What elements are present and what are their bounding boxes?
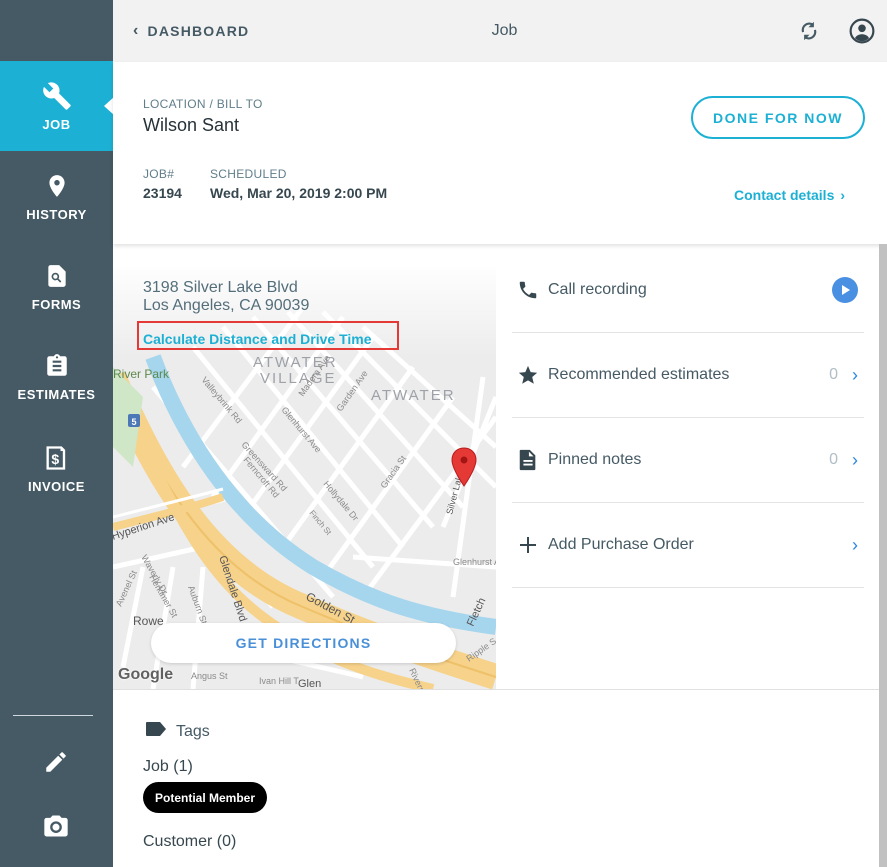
tags-title: Tags	[176, 722, 210, 740]
clipboard-icon	[42, 351, 72, 381]
call-recording-row[interactable]: Call recording	[512, 248, 864, 333]
pencil-icon[interactable]	[36, 742, 76, 782]
note-icon	[516, 448, 540, 472]
map-label: River Park	[113, 367, 170, 381]
sidebar-item-label: JOB	[42, 116, 71, 132]
pinned-notes-row[interactable]: Pinned notes 0 ›	[512, 418, 864, 503]
map-label: ATWATER	[371, 387, 456, 404]
sidebar-divider	[13, 715, 93, 716]
job-number: 23194	[143, 185, 182, 201]
chevron-right-icon: ›	[852, 449, 858, 470]
wrench-icon	[42, 81, 72, 111]
play-icon[interactable]	[832, 277, 858, 303]
tags-heading: Tags	[145, 721, 210, 742]
location-pin-icon	[42, 171, 72, 201]
chevron-right-icon: ›	[852, 534, 858, 555]
address-line-2: Los Angeles, CA 90039	[143, 297, 310, 314]
calculate-distance-link[interactable]: Calculate Distance and Drive Time	[143, 331, 372, 347]
star-icon	[516, 363, 540, 387]
sidebar-item-forms[interactable]: FORMS	[0, 241, 113, 331]
divider	[113, 689, 879, 690]
add-purchase-order-row[interactable]: Add Purchase Order ›	[512, 503, 864, 588]
scheduled-value: Wed, Mar 20, 2019 2:00 PM	[210, 185, 388, 201]
map-label: Glen	[298, 678, 321, 689]
map-label: Ivan Hill T	[259, 676, 299, 686]
sidebar-item-label: INVOICE	[28, 478, 85, 494]
sidebar-item-estimates[interactable]: ESTIMATES	[0, 331, 113, 421]
contact-details-link[interactable]: Contact details ›	[734, 187, 845, 203]
row-label: Pinned notes	[548, 451, 642, 468]
map-view[interactable]: 5 ATWATER VILLAGE ATWATER River Park Hyp…	[113, 267, 496, 689]
row-label: Add Purchase Order	[548, 536, 694, 553]
sidebar-item-label: ESTIMATES	[17, 386, 96, 402]
vertical-scrollbar[interactable]	[879, 244, 887, 867]
customer-tags-header: Customer (0)	[143, 833, 237, 850]
job-tags-header: Job (1)	[143, 758, 193, 775]
svg-text:$: $	[51, 450, 59, 466]
location-name: Wilson Sant	[143, 115, 240, 135]
freeway-shield-label: 5	[131, 417, 136, 427]
sync-icon[interactable]	[796, 18, 822, 44]
scheduled-caption: SCHEDULED	[210, 167, 287, 181]
chevron-right-icon: ›	[852, 364, 858, 385]
camera-icon[interactable]	[36, 806, 76, 846]
location-caption: LOCATION / BILL TO	[143, 97, 263, 111]
tag-chip[interactable]: Potential Member	[143, 782, 268, 813]
phone-icon	[516, 278, 540, 302]
google-logo: Google	[118, 666, 174, 683]
chevron-right-icon: ›	[840, 187, 846, 203]
sidebar-item-label: FORMS	[31, 296, 82, 312]
sidebar-item-history[interactable]: HISTORY	[0, 151, 113, 241]
address-line-1: 3198 Silver Lake Blvd	[143, 279, 298, 296]
map-label: Angus St	[191, 671, 228, 681]
sidebar-item-label: HISTORY	[26, 206, 87, 222]
row-count: 0	[829, 366, 838, 383]
page-title: Job	[491, 22, 518, 39]
document-search-icon	[42, 261, 72, 291]
sidebar: JOB HISTORY FORMS ESTIMATES $ INVOICE	[0, 0, 114, 867]
sidebar-item-job[interactable]: JOB	[0, 61, 114, 151]
row-label: Call recording	[548, 281, 647, 298]
done-for-now-button[interactable]: DONE FOR NOW	[691, 96, 865, 139]
tag-icon	[145, 721, 167, 742]
job-header: LOCATION / BILL TO Wilson Sant DONE FOR …	[113, 62, 887, 244]
recommended-estimates-row[interactable]: Recommended estimates 0 ›	[512, 333, 864, 418]
map-pin-icon[interactable]	[450, 447, 478, 487]
job-number-caption: JOB#	[143, 167, 175, 181]
sidebar-item-invoice[interactable]: $ INVOICE	[0, 423, 113, 513]
account-icon[interactable]	[849, 18, 875, 44]
invoice-dollar-icon: $	[42, 443, 72, 473]
contact-details-label: Contact details	[734, 187, 835, 203]
get-directions-button[interactable]: GET DIRECTIONS	[151, 623, 456, 663]
row-count: 0	[829, 451, 838, 468]
row-label: Recommended estimates	[548, 366, 730, 383]
top-bar: ‹ DASHBOARD Job	[113, 0, 887, 62]
map-label: VILLAGE	[260, 370, 337, 387]
map-label: Glenhurst Ave	[453, 557, 496, 567]
plus-icon	[516, 533, 540, 557]
